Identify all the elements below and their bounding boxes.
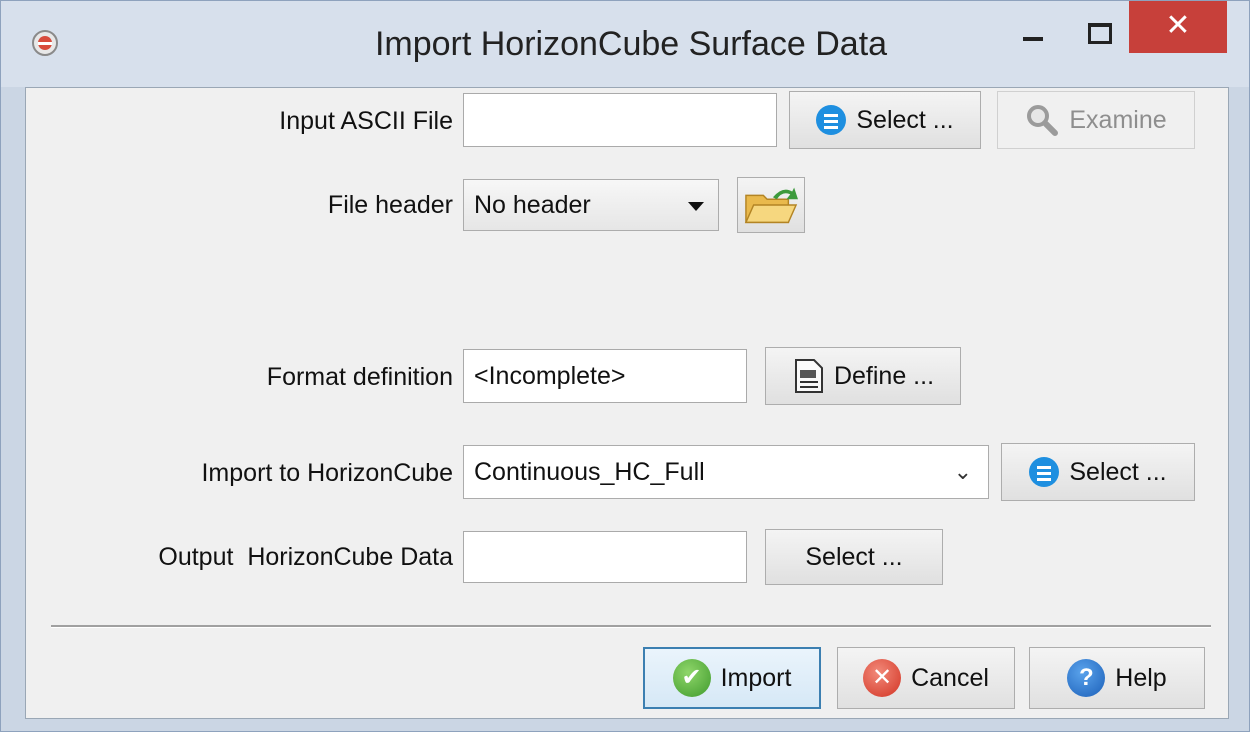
chevron-down-icon: ⌄ [953,459,972,484]
format-definition-label: Format definition [266,363,453,391]
maximize-button[interactable] [1067,1,1129,53]
import-to-select-label: Select ... [1069,457,1167,486]
app-icon [32,30,58,56]
examine-label: Examine [1069,105,1167,134]
minimize-icon [1023,37,1043,41]
import-label: Import [720,663,792,692]
file-header-label: File header [327,191,453,219]
open-header-button[interactable] [737,177,805,233]
separator [51,625,1211,628]
close-icon: ✕ [1165,8,1191,43]
import-button[interactable]: ✔ Import [643,647,821,709]
output-field[interactable] [463,531,747,583]
file-header-selected: No header [474,191,591,219]
output-label: Output HorizonCube Data [158,543,453,571]
cancel-icon: ✕ [863,659,902,697]
list-icon [1029,457,1060,487]
maximize-icon [1088,23,1112,44]
input-file-field[interactable] [463,93,777,147]
list-icon [816,105,847,135]
format-definition-field[interactable]: <Incomplete> [463,349,747,403]
import-to-select-button[interactable]: Select ... [1001,443,1195,501]
cancel-label: Cancel [911,663,989,692]
import-to-selected: Continuous_HC_Full [474,458,705,486]
help-label: Help [1115,663,1167,692]
window-title: Import HorizonCube Surface Data [374,25,888,63]
input-file-label: Input ASCII File [279,107,453,135]
checkmark-icon: ✔ [672,659,711,697]
magnifier-icon [1027,105,1059,136]
folder-open-icon [744,187,798,224]
close-button[interactable]: ✕ [1129,1,1227,53]
define-label: Define ... [833,361,935,390]
help-button[interactable]: ? Help [1029,647,1205,709]
document-icon [794,359,823,393]
import-dialog-window: Import HorizonCube Surface Data ✕ Input … [0,0,1250,732]
help-icon: ? [1067,659,1106,697]
define-button[interactable]: Define ... [765,347,961,405]
input-file-select-label: Select ... [856,105,954,134]
file-header-dropdown[interactable]: No header [463,179,719,231]
cancel-button[interactable]: ✕ Cancel [837,647,1015,709]
title-bar[interactable]: Import HorizonCube Surface Data ✕ [1,1,1249,87]
dropdown-arrow-icon [688,202,704,211]
import-to-label: Import to HorizonCube [201,459,453,487]
output-select-button[interactable]: Select ... [765,529,943,585]
output-select-label: Select ... [805,542,903,571]
examine-button[interactable]: Examine [997,91,1195,149]
input-file-select-button[interactable]: Select ... [789,91,981,149]
minimize-button[interactable] [1001,1,1063,53]
import-to-dropdown[interactable]: Continuous_HC_Full ⌄ [463,445,989,499]
